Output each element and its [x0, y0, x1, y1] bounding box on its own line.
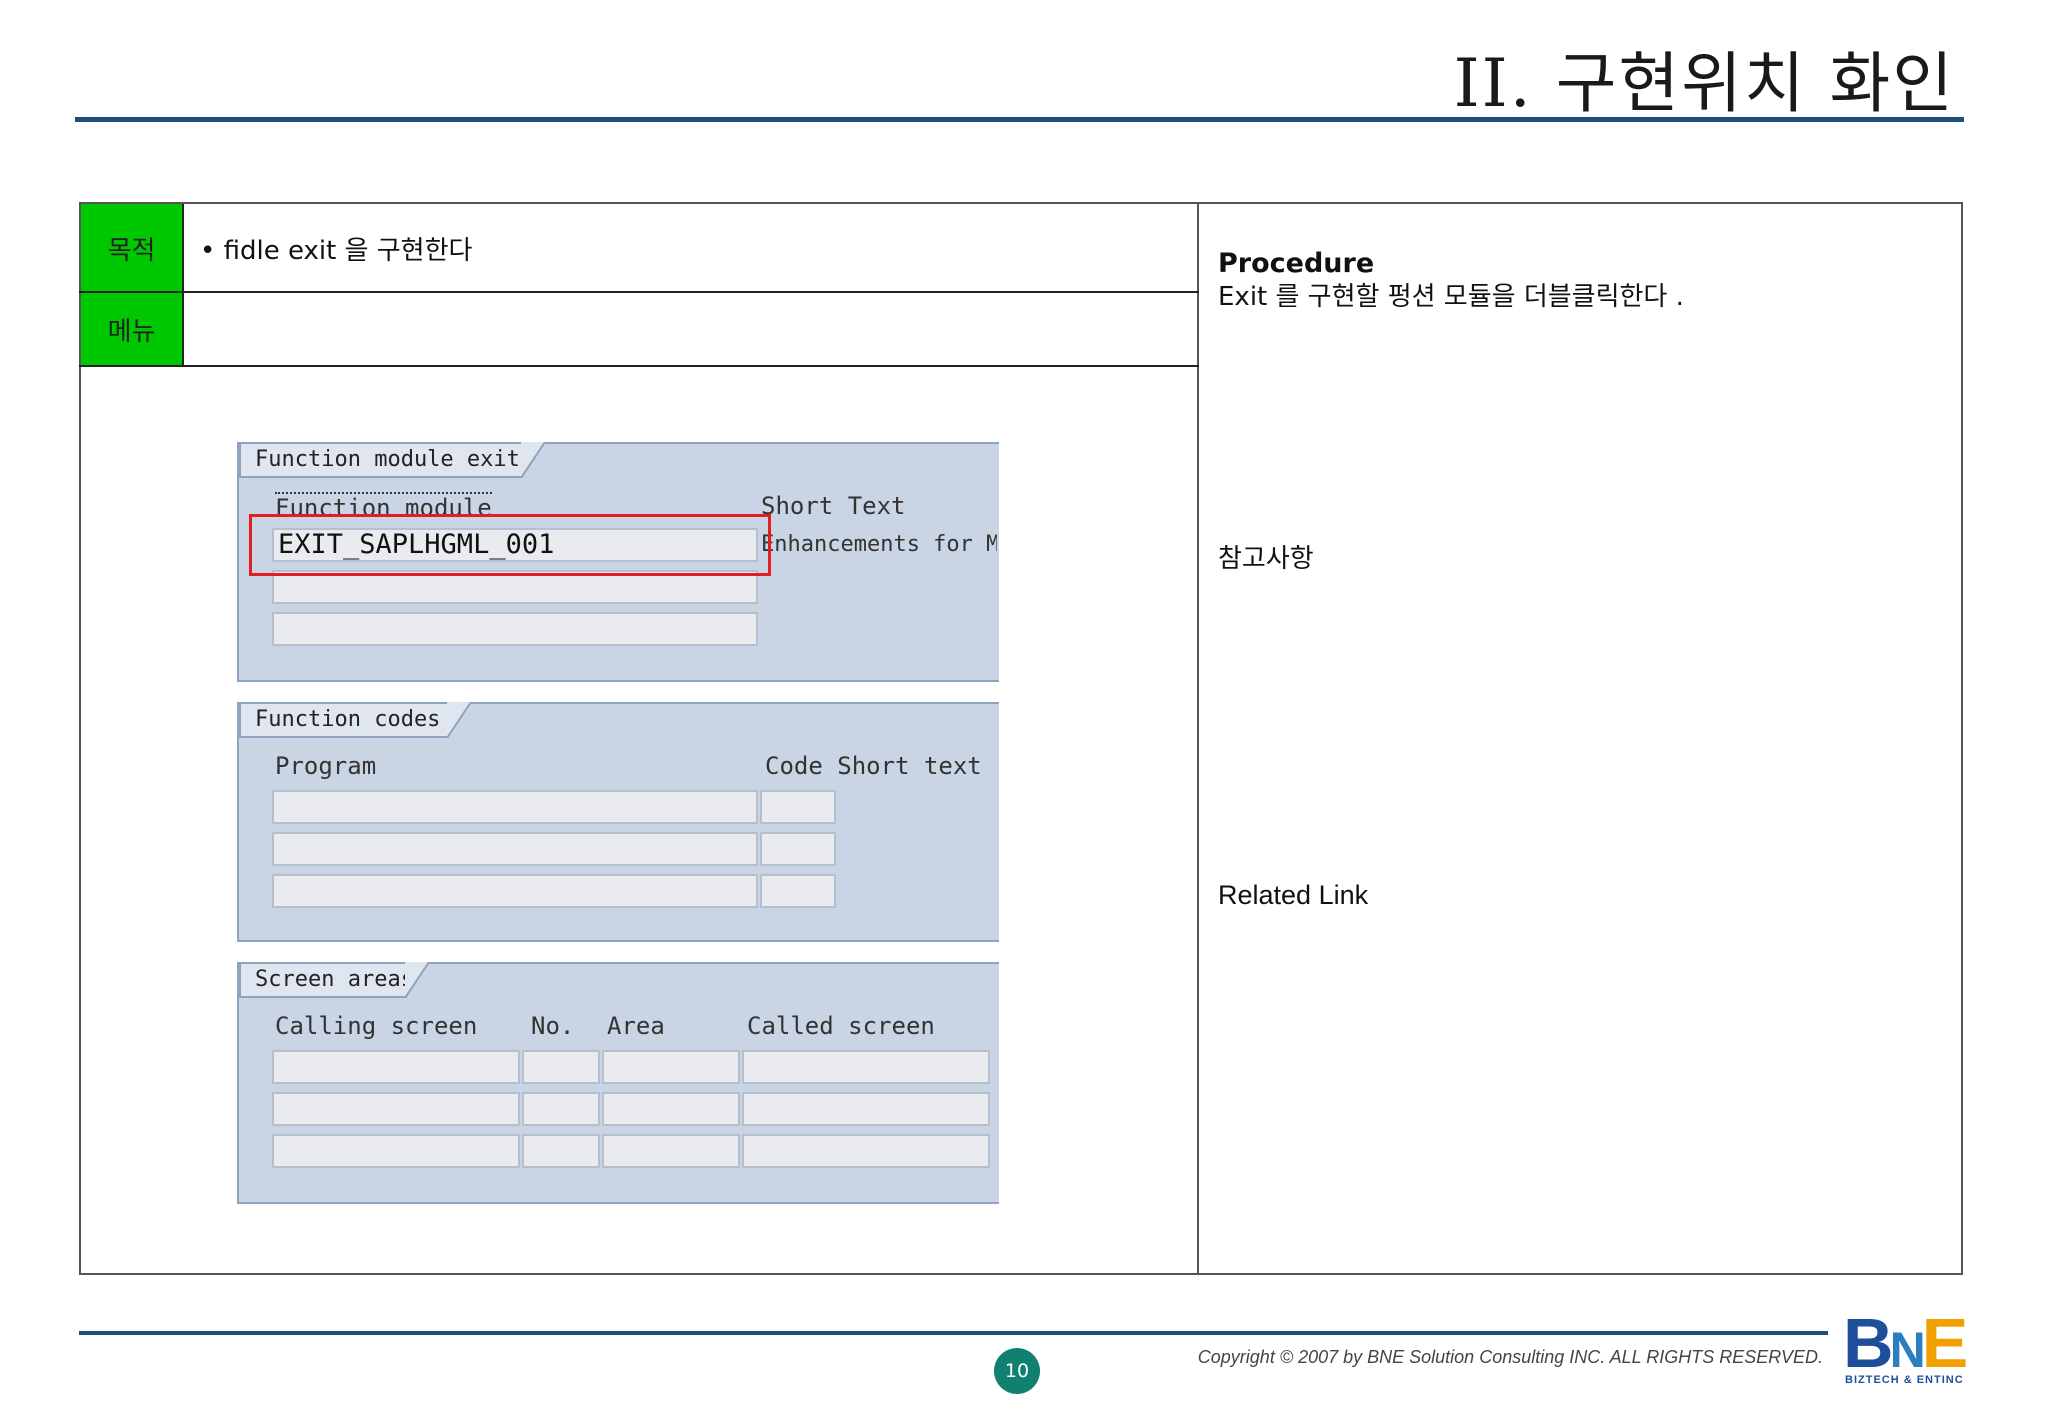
row-divider — [79, 291, 1199, 293]
area-cell[interactable] — [602, 1092, 740, 1126]
title-divider — [75, 117, 1964, 122]
copyright-text: Copyright © 2007 by BNE Solution Consult… — [1197, 1347, 1823, 1367]
calling-screen-cell[interactable] — [272, 1050, 520, 1084]
code-cell[interactable] — [760, 790, 836, 824]
called-screen-cell[interactable] — [742, 1050, 990, 1084]
menu-label: 메뉴 — [81, 293, 182, 365]
screen-areas-group: Screen areas Calling screen No. Area Cal… — [237, 962, 999, 1204]
page-number-badge: 10 — [994, 1348, 1040, 1394]
col-code-short-text: Code Short text — [765, 752, 982, 780]
program-cell[interactable] — [272, 790, 758, 824]
col-area: Area — [607, 1012, 665, 1040]
area-cell[interactable] — [602, 1134, 740, 1168]
reference-title: 참고사항 — [1218, 544, 1314, 574]
program-cell[interactable] — [272, 832, 758, 866]
called-screen-cell[interactable] — [742, 1134, 990, 1168]
calling-screen-cell[interactable] — [272, 1092, 520, 1126]
calling-screen-cell[interactable] — [272, 1134, 520, 1168]
label-separator — [182, 204, 184, 366]
procedure-title: Procedure — [1218, 248, 1375, 279]
called-screen-cell[interactable] — [742, 1092, 990, 1126]
page-title: II. 구현위치 화인 — [1453, 45, 1955, 122]
tab-corner-icon — [521, 442, 545, 478]
column-divider — [1197, 202, 1199, 1275]
tab-corner-icon — [405, 962, 429, 998]
function-codes-group: Function codes Program Code Short text — [237, 702, 999, 942]
short-text-cell[interactable]: Enhancements for MI — [761, 532, 997, 557]
function-codes-tab[interactable]: Function codes — [239, 702, 449, 738]
col-calling-screen: Calling screen — [275, 1012, 478, 1040]
related-link-title: Related Link — [1218, 880, 1369, 910]
no-cell[interactable] — [522, 1050, 600, 1084]
purpose-text: • fidle exit 을 구현한다 — [200, 236, 473, 266]
purpose-label: 목적 — [81, 204, 182, 292]
col-program: Program — [275, 752, 377, 780]
company-logo: BNE BIZTECH & ENTINC — [1843, 1308, 2003, 1388]
no-cell[interactable] — [522, 1092, 600, 1126]
function-module-cell[interactable] — [272, 612, 758, 646]
col-no: No. — [531, 1012, 575, 1040]
screen-areas-tab[interactable]: Screen areas — [239, 962, 414, 998]
row-divider — [79, 365, 1199, 367]
col-short-text: Short Text — [761, 492, 906, 520]
program-cell[interactable] — [272, 874, 758, 908]
procedure-text: Exit 를 구현할 펑션 모듈을 더블클릭한다 . — [1218, 282, 1684, 312]
area-cell[interactable] — [602, 1050, 740, 1084]
col-called-screen: Called screen — [747, 1012, 935, 1040]
highlight-box — [249, 514, 771, 576]
code-cell[interactable] — [760, 874, 836, 908]
tab-corner-icon — [447, 702, 471, 738]
code-cell[interactable] — [760, 832, 836, 866]
footer-divider — [79, 1331, 1828, 1335]
logo-subtitle: BIZTECH & ENTINC — [1845, 1374, 1964, 1386]
function-module-exits-tab[interactable]: Function module exits — [239, 442, 533, 478]
no-cell[interactable] — [522, 1134, 600, 1168]
